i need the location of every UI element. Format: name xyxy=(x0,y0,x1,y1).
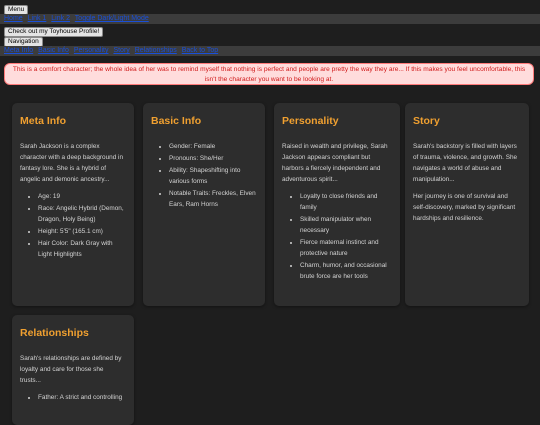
meta-info-list: Age: 19 Race: Angelic Hybrid (Demon, Dra… xyxy=(20,191,126,260)
link-2[interactable]: Link 2 xyxy=(51,15,70,22)
personality-text: Raised in wealth and privilege, Sarah Ja… xyxy=(282,143,388,183)
nav-link-back-to-top[interactable]: Back to Top xyxy=(182,47,218,54)
list-item: Skilled manipulator when necessary xyxy=(300,214,392,236)
meta-info-title: Meta Info xyxy=(20,115,67,127)
top-links-bar: Home Link 1 Link 2 Toggle Dark/Light Mod… xyxy=(0,14,540,24)
story-card: Story Sarah's backstory is filled with l… xyxy=(405,103,529,306)
personality-card: Personality Raised in wealth and privile… xyxy=(274,103,400,306)
personality-title: Personality xyxy=(282,115,339,127)
list-item: Pronouns: She/Her xyxy=(169,153,257,164)
list-item: Gender: Female xyxy=(169,141,257,152)
list-item: Charm, humor, and occasional brute force… xyxy=(300,260,392,282)
link-1[interactable]: Link 1 xyxy=(28,15,47,22)
nav-links-bar: Meta Info Basic Info Personality Story R… xyxy=(0,46,540,56)
meta-info-card: Meta Info Sarah Jackson is a complex cha… xyxy=(12,103,134,306)
relationships-text: Sarah's relationships are defined by loy… xyxy=(20,355,122,384)
nav-link-relationships[interactable]: Relationships xyxy=(135,47,177,54)
basic-info-title: Basic Info xyxy=(151,115,202,127)
personality-list: Loyalty to close friends and family Skil… xyxy=(282,191,392,282)
list-item: Race: Angelic Hybrid (Demon, Dragon, Hol… xyxy=(38,203,126,225)
comfort-character-notice: This is a comfort character; the whole i… xyxy=(4,63,534,85)
story-title: Story xyxy=(413,115,440,127)
relationships-list: Father: A strict and controlling xyxy=(20,392,126,403)
meta-info-text: Sarah Jackson is a complex character wit… xyxy=(20,143,124,183)
list-item: Height: 5'5" (165.1 cm) xyxy=(38,226,126,237)
nav-link-basic-info[interactable]: Basic Info xyxy=(38,47,69,54)
list-item: Loyalty to close friends and family xyxy=(300,191,392,213)
basic-info-list: Gender: Female Pronouns: She/Her Ability… xyxy=(151,141,257,210)
story-text: Sarah's backstory is filled with layers … xyxy=(413,143,518,183)
nav-link-personality[interactable]: Personality xyxy=(74,47,109,54)
home-link[interactable]: Home xyxy=(4,15,23,22)
relationships-title: Relationships xyxy=(20,327,89,339)
list-item: Age: 19 xyxy=(38,191,126,202)
nav-link-story[interactable]: Story xyxy=(113,47,129,54)
list-item: Hair Color: Dark Gray with Light Highlig… xyxy=(38,238,126,260)
toggle-dark-light-link[interactable]: Toggle Dark/Light Mode xyxy=(75,15,149,22)
relationships-card: Relationships Sarah's relationships are … xyxy=(12,315,134,425)
list-item: Ability: Shapeshifting into various form… xyxy=(169,165,257,187)
list-item: Notable Traits: Freckles, Elven Ears, Ra… xyxy=(169,188,257,210)
basic-info-card: Basic Info Gender: Female Pronouns: She/… xyxy=(143,103,265,306)
list-item: Father: A strict and controlling xyxy=(38,392,126,403)
nav-link-meta-info[interactable]: Meta Info xyxy=(4,47,33,54)
story-text-2: Her journey is one of survival and self-… xyxy=(413,193,516,222)
toyhouse-profile-button[interactable]: Check out my Toyhouse Profile! xyxy=(4,27,104,37)
list-item: Fierce maternal instinct and protective … xyxy=(300,237,392,259)
